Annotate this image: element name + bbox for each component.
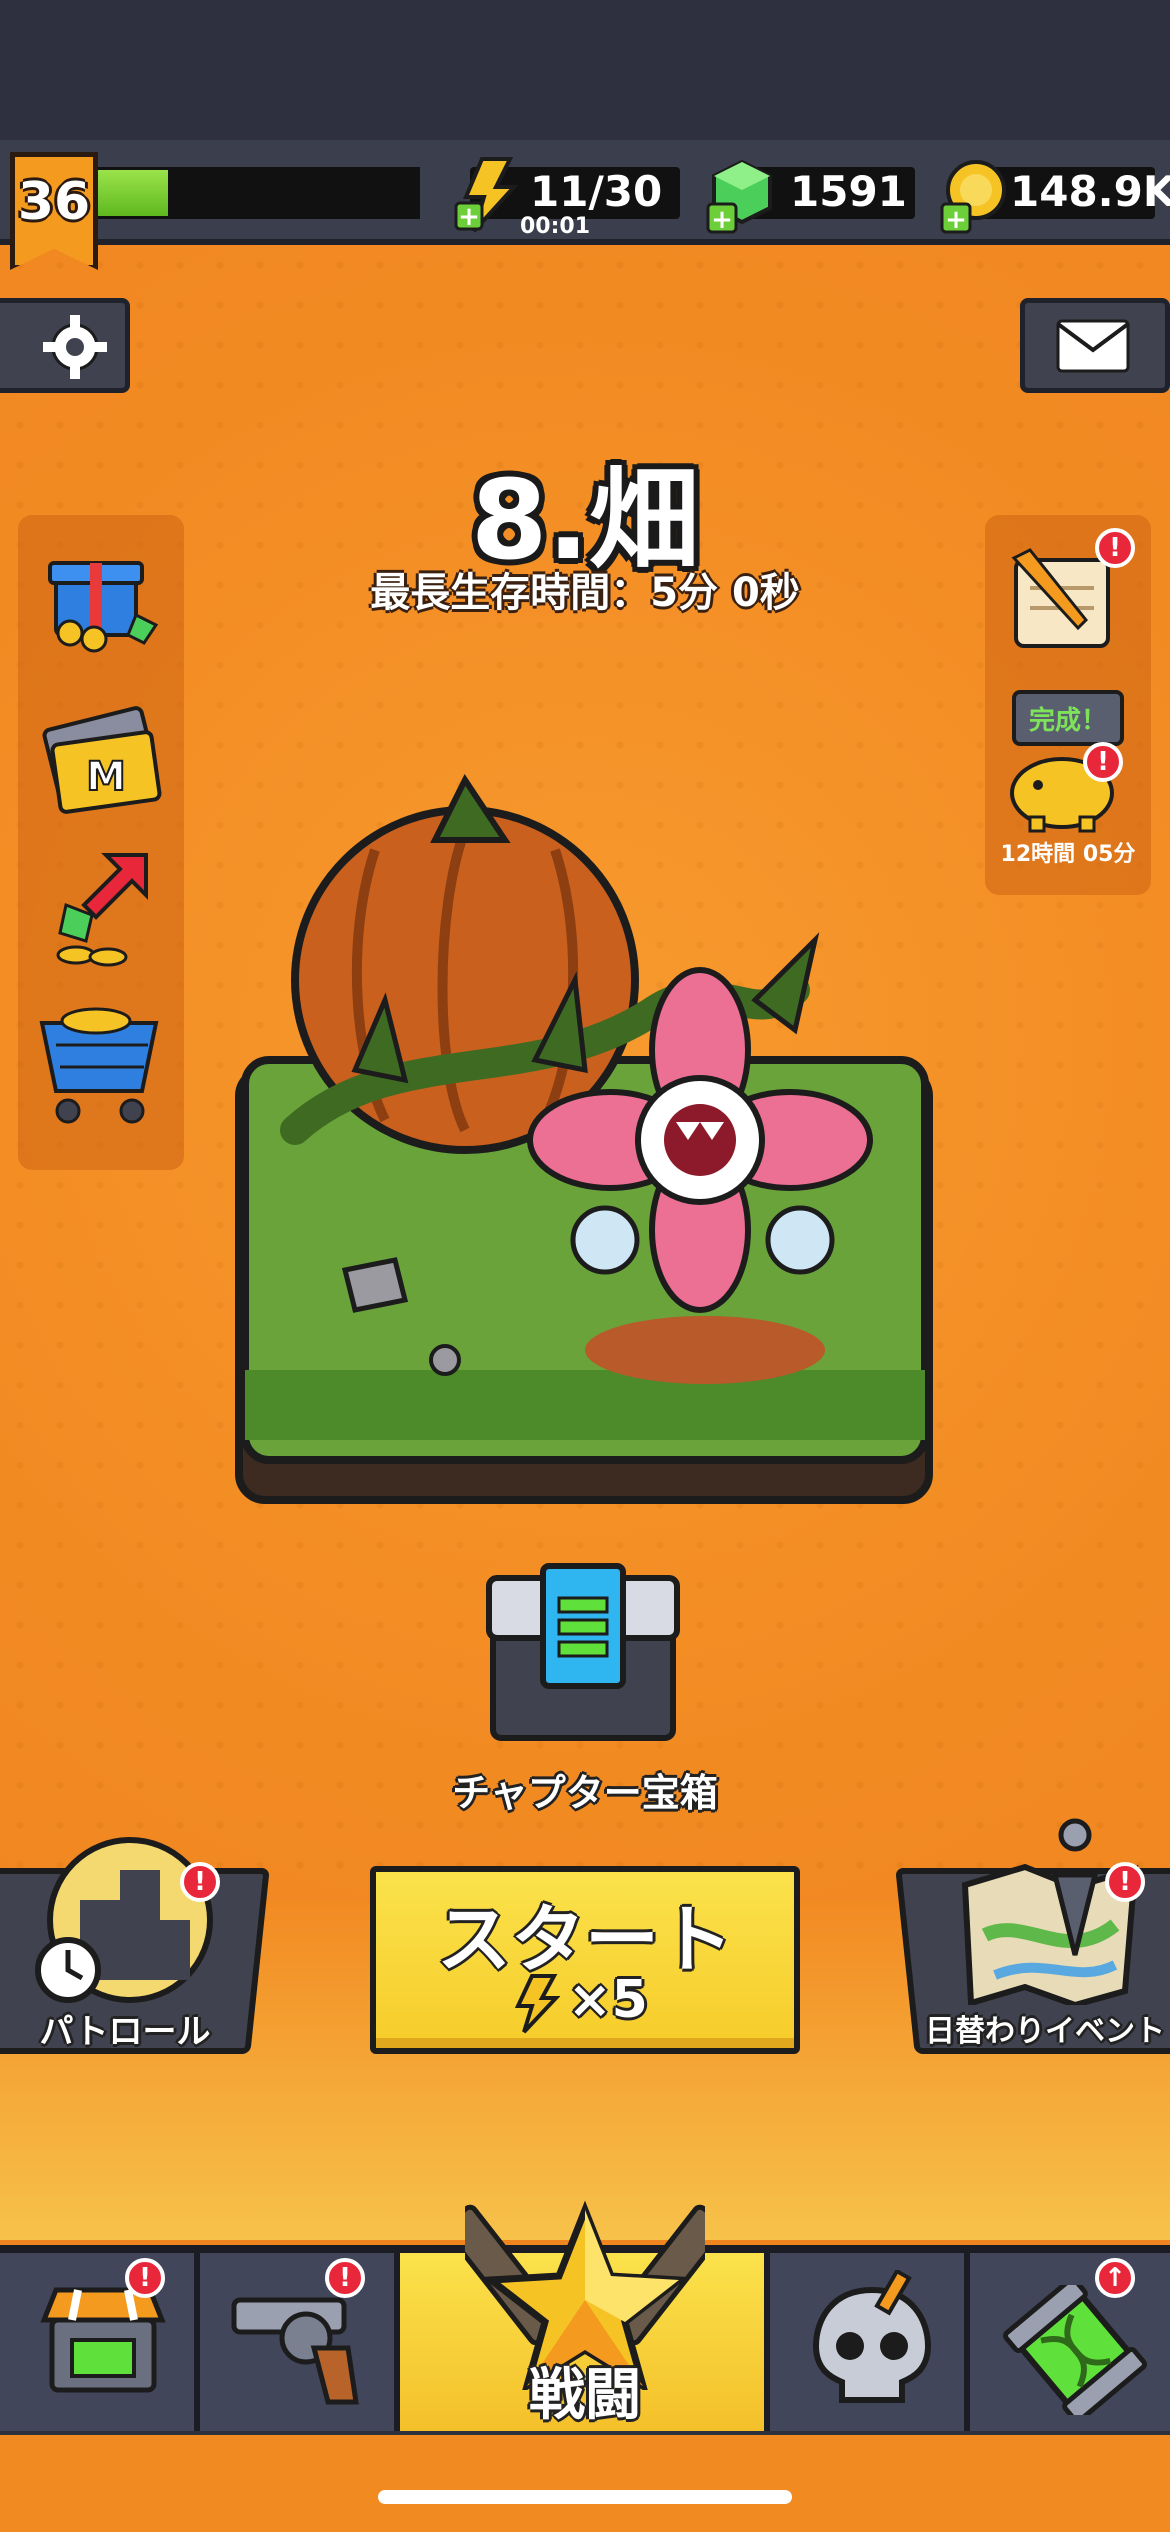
gear-icon — [43, 315, 107, 379]
shop-alert-badge: ! — [125, 2258, 165, 2298]
energy-count: 11/30 — [530, 167, 663, 216]
skull-icon — [812, 2270, 932, 2403]
revolver-icon — [231, 2297, 359, 2405]
energy-cost-icon — [514, 1974, 560, 2034]
shopping-cart-icon[interactable] — [36, 995, 166, 1135]
xp-bar-fill — [98, 170, 168, 216]
patrol-label: パトロール — [39, 2012, 211, 2052]
gem-count: 1591 — [790, 167, 907, 216]
evolution-upgrade-badge: ↑ — [1095, 2258, 1135, 2298]
svg-text:+: + — [711, 205, 733, 235]
chapter-chest-label: チャプター宝箱 — [452, 1771, 718, 1815]
player-level: 36 — [17, 172, 91, 232]
status-bar — [0, 0, 1170, 140]
growth-fund-icon[interactable] — [36, 845, 166, 975]
patrol-alert-badge: ! — [180, 1862, 220, 1902]
quest-alert-badge: ! — [1095, 528, 1135, 568]
dna-capsule-icon — [1003, 2285, 1147, 2415]
monthly-card-icon[interactable]: M — [36, 700, 166, 825]
mail-icon — [1056, 319, 1130, 373]
gem-icon: + — [706, 159, 772, 235]
svg-text:+: + — [945, 205, 967, 235]
piggy-timer: 12時間 05分 — [1000, 842, 1136, 867]
nav-battle-label: 戦闘 — [529, 2363, 641, 2428]
svg-text:M: M — [86, 754, 126, 800]
piggy-alert-badge: ! — [1083, 742, 1123, 782]
energy-icon: + — [454, 157, 519, 233]
stage-illustration — [235, 774, 933, 1504]
chapter-chest-icon[interactable] — [483, 1558, 683, 1748]
home-indicator[interactable] — [378, 2490, 792, 2504]
coin-count: 148.9K — [1010, 167, 1170, 216]
daily-event-label: 日替わりイベント — [925, 2014, 1165, 2049]
coin-icon: + — [940, 160, 1006, 235]
equipment-alert-badge: ! — [325, 2258, 365, 2298]
svg-text:+: + — [458, 202, 480, 232]
gift-bundle-icon[interactable] — [36, 535, 166, 655]
patrol-icon — [35, 1837, 213, 2003]
daily-event-alert-badge: ! — [1105, 1862, 1145, 1902]
shop-icon — [40, 2287, 166, 2393]
start-energy-cost: ×5 — [568, 1970, 648, 2030]
energy-timer: 00:01 — [520, 214, 591, 239]
complete-label: 完成！ — [1028, 706, 1107, 736]
treasure-map-icon — [961, 1818, 1139, 2005]
